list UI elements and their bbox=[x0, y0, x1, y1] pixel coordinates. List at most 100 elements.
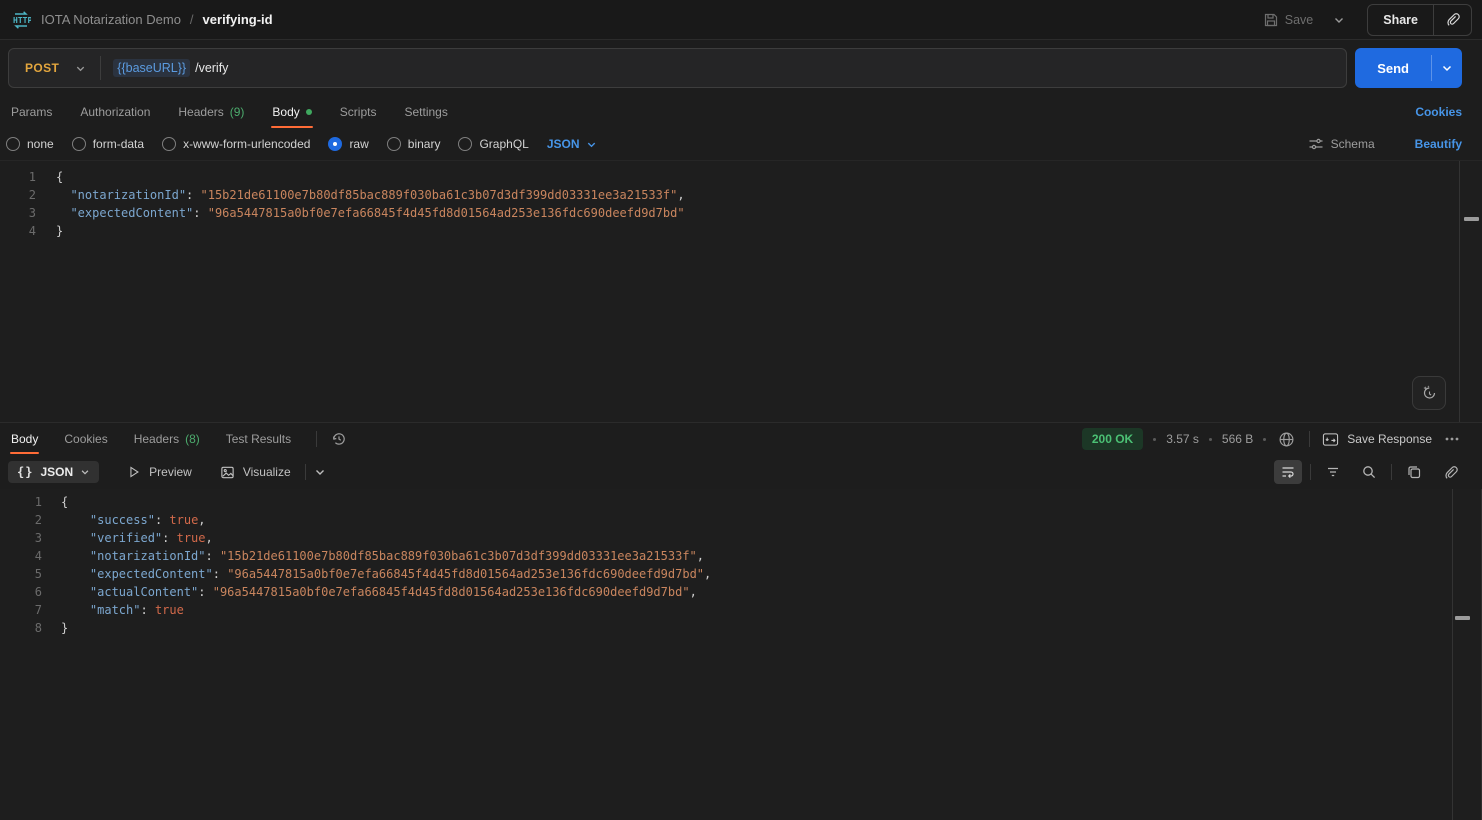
share-button-group: Share bbox=[1367, 4, 1472, 36]
body-mode-binary[interactable]: binary bbox=[387, 137, 441, 151]
filter-button[interactable] bbox=[1319, 460, 1347, 484]
response-tab-headers-count: (8) bbox=[185, 432, 200, 446]
tab-body[interactable]: Body bbox=[271, 96, 312, 128]
body-mode-raw[interactable]: raw bbox=[328, 137, 368, 151]
ai-assistant-button[interactable] bbox=[1412, 376, 1446, 410]
play-icon bbox=[127, 465, 141, 479]
response-history-button[interactable] bbox=[329, 429, 349, 449]
code-line[interactable]: 4} bbox=[0, 222, 1482, 240]
visualize-button[interactable]: Visualize bbox=[220, 465, 291, 480]
language-chevron-icon bbox=[586, 139, 597, 150]
line-content: } bbox=[42, 619, 68, 637]
more-actions-button[interactable] bbox=[1442, 429, 1462, 449]
code-line[interactable]: 4 "notarizationId": "15b21de61100e7b80df… bbox=[0, 547, 1482, 565]
body-mode-raw-label: raw bbox=[349, 137, 368, 151]
globe-icon bbox=[1278, 431, 1295, 448]
response-format-label: JSON bbox=[40, 465, 73, 479]
save-options-chevron[interactable] bbox=[1327, 8, 1351, 32]
method-label: POST bbox=[25, 61, 59, 75]
code-line[interactable]: 1{ bbox=[0, 493, 1482, 511]
send-button[interactable]: Send bbox=[1355, 48, 1431, 88]
wrap-text-button[interactable] bbox=[1274, 460, 1302, 484]
code-line[interactable]: 3 "expectedContent": "96a5447815a0bf0e7e… bbox=[0, 204, 1482, 222]
tab-authorization[interactable]: Authorization bbox=[79, 96, 151, 128]
save-button[interactable]: Save bbox=[1255, 7, 1322, 33]
toolbar-divider bbox=[305, 464, 306, 480]
cookies-link[interactable]: Cookies bbox=[1415, 105, 1462, 119]
breadcrumb-request-name[interactable]: verifying-id bbox=[203, 12, 273, 27]
response-size[interactable]: 566 B bbox=[1222, 432, 1253, 446]
body-mode-urlencoded-label: x-www-form-urlencoded bbox=[183, 137, 310, 151]
line-content: } bbox=[36, 222, 63, 240]
code-line[interactable]: 3 "verified": true, bbox=[0, 529, 1482, 547]
response-tab-test-results[interactable]: Test Results bbox=[225, 424, 292, 454]
schema-button[interactable]: Schema bbox=[1308, 136, 1375, 152]
request-editor-scrollbar[interactable] bbox=[1459, 161, 1482, 422]
body-mode-graphql-label: GraphQL bbox=[479, 137, 528, 151]
status-badge[interactable]: 200 OK bbox=[1082, 428, 1143, 450]
response-toolbar-right bbox=[1274, 460, 1464, 484]
breadcrumb-collection[interactable]: IOTA Notarization Demo bbox=[41, 12, 181, 27]
url-environment-variable[interactable]: {{baseURL}} bbox=[113, 59, 190, 77]
code-line[interactable]: 5 "expectedContent": "96a5447815a0bf0e7e… bbox=[0, 565, 1482, 583]
meta-dot bbox=[1153, 438, 1156, 441]
raw-language-label: JSON bbox=[547, 137, 580, 151]
share-button[interactable]: Share bbox=[1368, 5, 1433, 35]
radio-icon bbox=[6, 137, 20, 151]
code-line[interactable]: 7 "match": true bbox=[0, 601, 1482, 619]
sliders-icon bbox=[1308, 136, 1324, 152]
body-mode-row: none form-data x-www-form-urlencoded raw… bbox=[0, 128, 1482, 160]
braces-icon: {} bbox=[17, 465, 33, 479]
search-button[interactable] bbox=[1355, 460, 1383, 484]
code-line[interactable]: 6 "actualContent": "96a5447815a0bf0e7efa… bbox=[0, 583, 1482, 601]
tab-settings[interactable]: Settings bbox=[403, 96, 448, 128]
body-mode-none[interactable]: none bbox=[6, 137, 54, 151]
response-tab-cookies[interactable]: Cookies bbox=[63, 424, 108, 454]
body-mode-form-data[interactable]: form-data bbox=[72, 137, 144, 151]
tab-params-label: Params bbox=[11, 105, 52, 119]
preview-button[interactable]: Preview bbox=[127, 465, 192, 479]
network-info-button[interactable] bbox=[1276, 429, 1297, 450]
response-format-dropdown[interactable]: {} JSON bbox=[8, 461, 99, 483]
response-time[interactable]: 3.57 s bbox=[1166, 432, 1199, 446]
breadcrumb: HTTP IOTA Notarization Demo / verifying-… bbox=[10, 9, 273, 31]
code-line[interactable]: 2 "success": true, bbox=[0, 511, 1482, 529]
send-button-group: Send bbox=[1355, 48, 1462, 88]
more-views-chevron[interactable] bbox=[312, 464, 328, 480]
url-input[interactable]: {{baseURL}} /verify bbox=[101, 59, 240, 77]
toolbar-divider bbox=[1310, 464, 1311, 480]
tab-scripts[interactable]: Scripts bbox=[339, 96, 378, 128]
response-tab-body[interactable]: Body bbox=[10, 424, 39, 454]
response-body-viewer[interactable]: 1{2 "success": true,3 "verified": true,4… bbox=[0, 489, 1482, 820]
response-link-button[interactable] bbox=[1436, 460, 1464, 484]
request-body-editor[interactable]: 1{2 "notarizationId": "15b21de61100e7b80… bbox=[0, 160, 1482, 422]
body-mode-graphql[interactable]: GraphQL bbox=[458, 137, 528, 151]
save-response-button[interactable]: Save Response bbox=[1322, 432, 1432, 447]
response-toolbar: {} JSON Preview Visualize bbox=[0, 455, 1482, 489]
code-line[interactable]: 8} bbox=[0, 619, 1482, 637]
copy-response-button[interactable] bbox=[1400, 460, 1428, 484]
tab-headers[interactable]: Headers (9) bbox=[177, 96, 245, 128]
line-number: 1 bbox=[0, 493, 42, 511]
beautify-button[interactable]: Beautify bbox=[1415, 137, 1462, 151]
line-number: 4 bbox=[0, 222, 36, 240]
history-icon bbox=[331, 431, 347, 447]
response-tab-headers[interactable]: Headers (8) bbox=[133, 424, 201, 454]
line-content: "success": true, bbox=[42, 511, 206, 529]
line-content: "verified": true, bbox=[42, 529, 213, 547]
filter-icon bbox=[1325, 464, 1341, 480]
response-scrollbar[interactable] bbox=[1452, 489, 1482, 820]
raw-language-dropdown[interactable]: JSON bbox=[547, 137, 597, 151]
line-number: 1 bbox=[0, 168, 36, 186]
code-line[interactable]: 2 "notarizationId": "15b21de61100e7b80df… bbox=[0, 186, 1482, 204]
tabs-divider bbox=[316, 431, 317, 447]
tab-params[interactable]: Params bbox=[10, 96, 53, 128]
method-dropdown[interactable]: POST bbox=[9, 49, 100, 87]
line-number: 3 bbox=[0, 529, 42, 547]
code-line[interactable]: 1{ bbox=[0, 168, 1482, 186]
copy-link-button[interactable] bbox=[1434, 5, 1471, 35]
api-client-window: HTTP IOTA Notarization Demo / verifying-… bbox=[0, 0, 1482, 820]
body-mode-urlencoded[interactable]: x-www-form-urlencoded bbox=[162, 137, 310, 151]
line-content: "notarizationId": "15b21de61100e7b80df85… bbox=[36, 186, 685, 204]
send-options-chevron[interactable] bbox=[1432, 48, 1462, 88]
